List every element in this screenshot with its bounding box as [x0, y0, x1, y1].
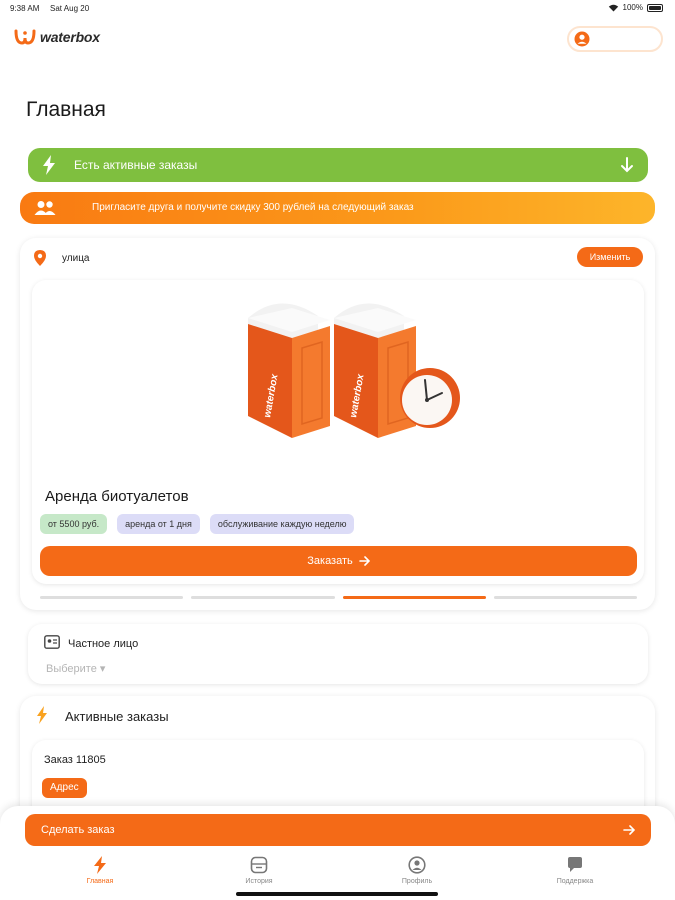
order-number: Заказ 11805	[44, 754, 106, 766]
history-icon	[250, 856, 268, 874]
arrow-right-icon	[358, 556, 370, 566]
status-bar: 9:38 AM Sat Aug 20 100%	[0, 0, 675, 16]
referral-banner-text: Пригласите друга и получите скидку 300 р…	[92, 202, 414, 213]
lightning-icon	[37, 706, 47, 724]
rental-term-tag: аренда от 1 дня	[117, 514, 200, 534]
tab-support[interactable]: Поддержка	[530, 856, 620, 885]
referral-banner[interactable]: Пригласите друга и получите скидку 300 р…	[20, 192, 655, 224]
tab-profile-label: Профиль	[401, 878, 433, 885]
tab-history[interactable]: История	[214, 856, 304, 885]
carousel-dot-3[interactable]	[342, 596, 486, 599]
id-card-icon	[44, 635, 60, 649]
battery-icon	[647, 3, 663, 12]
service-tags: от 5500 руб. аренда от 1 дня обслуживани…	[40, 514, 355, 534]
tab-bar: Главная История Профиль Поддержка	[0, 856, 675, 896]
brand-logo[interactable]: waterbox	[14, 28, 100, 46]
address-value: улица	[62, 253, 90, 264]
wifi-icon	[608, 4, 618, 11]
active-orders-title: Активные заказы	[65, 709, 169, 724]
order-address-badge[interactable]: Адрес	[42, 778, 87, 798]
service-section: улица Изменить waterbox waterbox Аренда …	[20, 238, 655, 610]
lightning-icon	[43, 155, 55, 175]
brand-name: waterbox	[40, 29, 100, 45]
chat-icon	[568, 857, 582, 872]
page-title: Главная	[26, 98, 106, 121]
carousel-pager	[40, 596, 637, 599]
arrow-down-icon	[621, 157, 633, 173]
tab-history-label: История	[245, 878, 273, 885]
toilet-cabins-illustration: waterbox waterbox	[248, 303, 460, 438]
user-profile-pill[interactable]	[567, 26, 663, 52]
make-order-label: Сделать заказ	[41, 824, 115, 836]
location-pin-icon	[34, 250, 46, 266]
make-order-button[interactable]: Сделать заказ	[25, 814, 651, 846]
carousel-dot-4[interactable]	[493, 596, 637, 599]
service-frequency-tag: обслуживание каждую неделю	[209, 514, 355, 534]
tab-profile[interactable]: Профиль	[372, 856, 462, 885]
service-card[interactable]: waterbox waterbox Аренда биотуалетов от …	[32, 280, 644, 584]
service-title: Аренда биотуалетов	[45, 488, 189, 505]
lightning-icon	[94, 856, 106, 874]
app-header: waterbox	[0, 22, 675, 56]
home-indicator	[236, 892, 438, 896]
customer-type-label: Частное лицо	[68, 638, 139, 650]
bottom-panel: Сделать заказ Главная История Профиль По…	[0, 806, 675, 900]
tab-home-label: Главная	[86, 878, 114, 885]
arrow-right-icon	[623, 825, 635, 835]
tab-home[interactable]: Главная	[55, 856, 145, 885]
active-orders-banner[interactable]: Есть активные заказы	[28, 148, 648, 182]
customer-type-select[interactable]: Выберите ▾	[46, 662, 105, 675]
price-tag: от 5500 руб.	[40, 514, 108, 534]
order-service-button[interactable]: Заказать	[40, 546, 637, 576]
status-time: 9:38 AM	[10, 4, 40, 13]
change-address-button[interactable]: Изменить	[577, 247, 643, 267]
user-circle-icon	[574, 31, 590, 47]
carousel-dot-2[interactable]	[191, 596, 335, 599]
status-right: 100%	[608, 3, 663, 12]
active-orders-banner-text: Есть активные заказы	[74, 158, 198, 172]
profile-icon	[408, 856, 426, 874]
status-date: Sat Aug 20	[50, 4, 90, 13]
battery-percent: 100%	[622, 3, 643, 12]
customer-type-card[interactable]: Частное лицо Выберите ▾	[28, 624, 648, 684]
group-icon	[34, 201, 56, 215]
tab-support-label: Поддержка	[556, 878, 594, 885]
carousel-dot-1[interactable]	[40, 596, 184, 599]
waterbox-logo-icon	[14, 29, 36, 45]
order-service-label: Заказать	[307, 555, 353, 567]
